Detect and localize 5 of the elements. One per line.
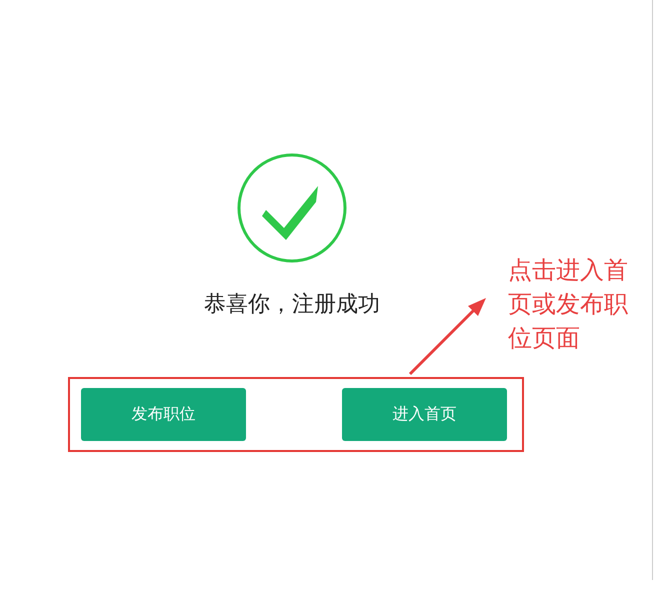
- action-button[interactable]: 进入首页: [342, 388, 507, 441]
- success-message: 恭喜你，注册成功: [204, 291, 380, 319]
- annotation-text: 点击进入首页或发布职位页面: [508, 255, 629, 354]
- success-check-icon: [236, 152, 348, 264]
- action-button[interactable]: 发布职位: [81, 388, 246, 441]
